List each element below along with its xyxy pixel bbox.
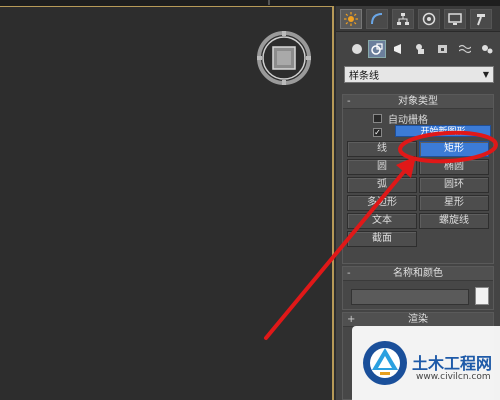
object-type-rollout: - 对象类型 自动栅格 ✓ 开始新图形 线 矩形 圆 椭圆 弧 圆环 多边形 星… bbox=[342, 94, 494, 264]
tab-motion[interactable] bbox=[418, 9, 440, 29]
watermark-url: www.civilcn.com bbox=[416, 372, 491, 382]
wave-icon bbox=[459, 44, 471, 54]
viewport[interactable] bbox=[0, 6, 334, 400]
rollout-title: 名称和颜色 bbox=[393, 268, 443, 279]
rollout-title: 对象类型 bbox=[398, 96, 438, 107]
circle-button[interactable]: 圆 bbox=[347, 159, 417, 175]
subcategory-cameras[interactable] bbox=[412, 40, 430, 58]
ngon-button[interactable]: 多边形 bbox=[347, 195, 417, 211]
sphere-icon bbox=[352, 44, 362, 54]
ellipse-button[interactable]: 椭圆 bbox=[419, 159, 489, 175]
start-new-shape-button[interactable]: 开始新图形 bbox=[395, 125, 491, 137]
toolbar-separator bbox=[268, 0, 270, 5]
expand-toggle[interactable]: + bbox=[347, 313, 355, 327]
camera-icon bbox=[416, 44, 424, 54]
auto-grid-row[interactable]: 自动栅格 bbox=[373, 112, 428, 126]
hierarchy-icon bbox=[397, 13, 409, 25]
rollout-title: 渲染 bbox=[408, 314, 428, 325]
viewcube-icon[interactable] bbox=[255, 29, 313, 87]
tab-hierarchy[interactable] bbox=[392, 9, 414, 29]
rectangle-button[interactable]: 矩形 bbox=[419, 141, 489, 157]
line-button[interactable]: 线 bbox=[347, 141, 417, 157]
start-new-row[interactable]: ✓ bbox=[373, 126, 382, 138]
create-subcategories bbox=[336, 36, 500, 62]
subcategory-systems[interactable] bbox=[478, 40, 496, 58]
hammer-icon bbox=[477, 14, 485, 26]
object-type-rollout-header[interactable]: - 对象类型 bbox=[343, 95, 493, 109]
helix-button[interactable]: 螺旋线 bbox=[419, 213, 489, 229]
name-color-rollout: - 名称和颜色 bbox=[342, 266, 494, 310]
sun-icon bbox=[344, 12, 358, 26]
command-panel-tabs bbox=[336, 6, 500, 32]
arc-button[interactable]: 弧 bbox=[347, 177, 417, 193]
name-color-rollout-header[interactable]: - 名称和颜色 bbox=[343, 267, 493, 281]
text-button[interactable]: 文本 bbox=[347, 213, 417, 229]
category-dropdown[interactable]: 样条线 ▼ bbox=[344, 66, 494, 83]
rendering-rollout-header[interactable]: + 渲染 bbox=[343, 313, 493, 327]
watermark: 土木工程网 www.civilcn.com bbox=[352, 326, 500, 400]
tab-utilities[interactable] bbox=[470, 9, 492, 29]
chevron-down-icon: ▼ bbox=[482, 70, 489, 79]
subcategory-shapes[interactable] bbox=[368, 40, 386, 58]
start-new-checkbox[interactable]: ✓ bbox=[373, 127, 382, 137]
motion-icon bbox=[422, 12, 436, 26]
subcategory-spacewarps[interactable] bbox=[456, 40, 474, 58]
tab-modify[interactable] bbox=[366, 9, 388, 29]
shapes-icon bbox=[371, 43, 383, 55]
collapse-toggle[interactable]: - bbox=[347, 95, 351, 109]
gears-icon bbox=[482, 45, 493, 54]
star-button[interactable]: 星形 bbox=[419, 195, 489, 211]
subcategory-helpers[interactable] bbox=[434, 40, 452, 58]
category-dropdown-value: 样条线 bbox=[349, 71, 379, 82]
donut-button[interactable]: 圆环 bbox=[419, 177, 489, 193]
display-icon bbox=[448, 13, 462, 25]
subcategory-lights[interactable] bbox=[390, 40, 408, 58]
tab-create[interactable] bbox=[340, 9, 362, 29]
tab-display[interactable] bbox=[444, 9, 466, 29]
light-icon bbox=[394, 44, 401, 54]
object-color-swatch[interactable] bbox=[475, 287, 489, 305]
watermark-title: 土木工程网 bbox=[412, 354, 493, 373]
civilcn-logo-icon bbox=[363, 341, 407, 385]
subcategory-geometry[interactable] bbox=[348, 40, 366, 58]
auto-grid-checkbox[interactable] bbox=[373, 113, 382, 123]
collapse-toggle[interactable]: - bbox=[347, 267, 351, 281]
helper-icon bbox=[438, 45, 447, 53]
curve-icon bbox=[371, 13, 383, 25]
auto-grid-label: 自动栅格 bbox=[388, 114, 428, 126]
object-name-field[interactable] bbox=[351, 289, 469, 305]
section-button[interactable]: 截面 bbox=[347, 231, 417, 247]
